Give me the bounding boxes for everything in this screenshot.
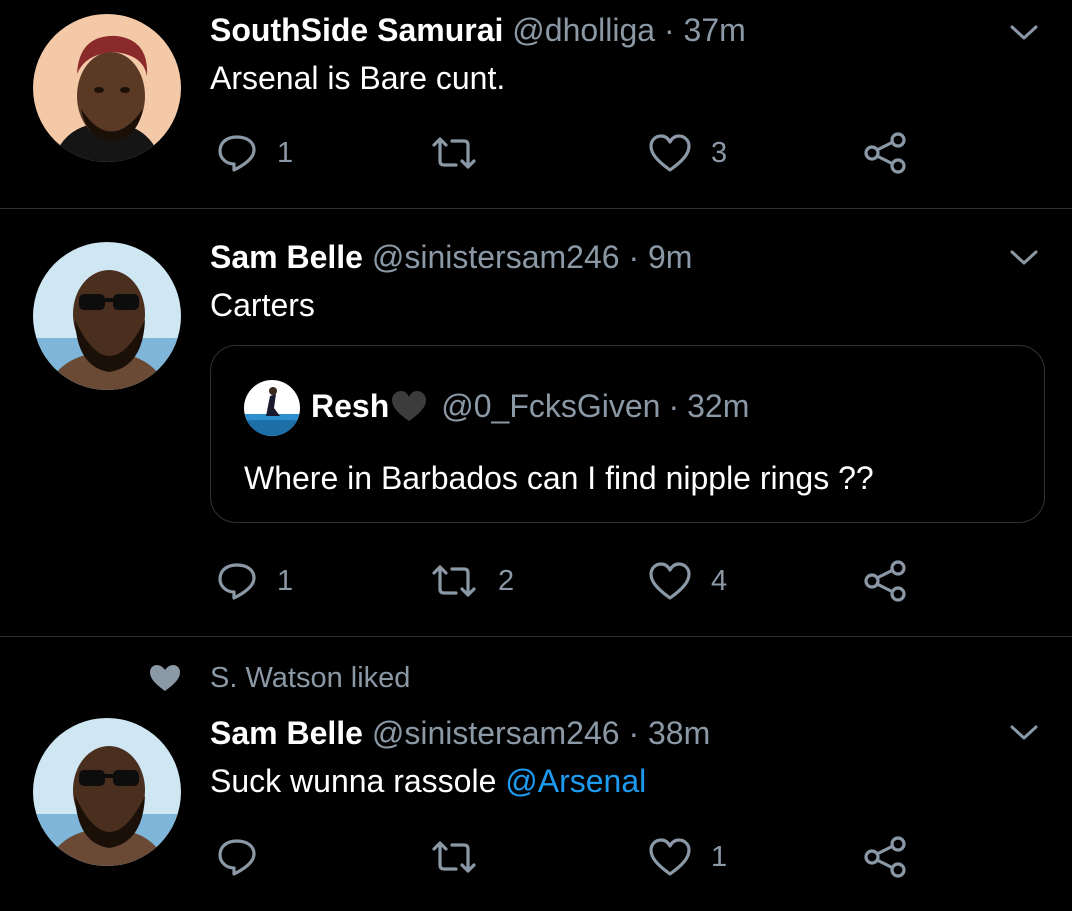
retweet-button[interactable]: 2 [428,556,514,606]
divider [0,636,1072,637]
like-count: 1 [711,841,728,873]
tweet-text-content: Suck wunna rassole [210,763,506,799]
share-button[interactable] [862,832,908,882]
tweet-text: Suck wunna rassole @Arsenal [210,761,646,801]
quoted-display-name[interactable]: Resh [311,386,389,426]
separator: · [668,388,680,424]
share-icon [864,560,906,602]
user-handle[interactable]: @sinistersam246 [372,239,620,275]
social-context: S. Watson liked [0,656,1072,700]
like-count: 3 [711,137,728,169]
chevron-down-icon[interactable] [1006,714,1042,750]
display-name[interactable]: SouthSide Samurai [210,12,503,48]
display-name[interactable]: Sam Belle [210,239,363,275]
reply-count: 1 [277,137,294,169]
share-button[interactable] [862,556,908,606]
like-button[interactable]: 4 [647,556,727,606]
retweet-button[interactable] [428,832,498,882]
heart-icon [649,838,691,876]
separator: · [663,12,675,48]
tweet-text: Carters [210,287,315,323]
reply-button[interactable] [215,832,277,882]
tweet-header: Sam Belle @sinistersam246 · 9m [210,237,692,277]
heart-icon [649,134,691,172]
mention-link[interactable]: @Arsenal [505,763,646,799]
reply-button[interactable]: 1 [215,556,293,606]
retweet-button[interactable] [428,128,498,178]
chevron-down-icon[interactable] [1006,14,1042,50]
tweet-header: SouthSide Samurai @dholliga · 37m [210,10,746,50]
heart-filled-icon [150,665,180,691]
quoted-tweet[interactable]: Resh @0_FcksGiven · 32m Where in Barbado… [210,345,1045,523]
black-heart-icon [392,391,427,421]
display-name[interactable]: Sam Belle [210,715,363,751]
quoted-text: Where in Barbados can I find nipple ring… [244,460,874,496]
separator: · [628,715,640,751]
tweet-2[interactable]: Sam Belle @sinistersam246 · 9m Carters R… [0,209,1072,636]
timestamp[interactable]: 9m [648,239,692,275]
retweet-icon [432,841,476,873]
like-button[interactable]: 1 [647,832,727,882]
reply-icon [218,563,256,600]
reply-count: 1 [277,565,294,597]
tweet-header: Sam Belle @sinistersam246 · 38m [210,713,710,753]
quoted-header: Resh @0_FcksGiven · 32m [311,386,749,426]
retweet-icon [432,137,476,169]
action-bar: 1 2 4 [0,556,1072,606]
reply-icon [218,839,256,876]
tweet-1[interactable]: SouthSide Samurai @dholliga · 37m Arsena… [0,0,1072,208]
share-icon [864,132,906,174]
like-button[interactable]: 3 [647,128,727,178]
social-context-text[interactable]: S. Watson liked [210,658,410,698]
share-button[interactable] [862,128,908,178]
action-bar: 1 3 [0,128,1072,178]
chevron-down-icon[interactable] [1006,239,1042,275]
avatar[interactable] [33,242,181,390]
timestamp[interactable]: 37m [684,12,746,48]
tweet-3[interactable]: Sam Belle @sinistersam246 · 38m Suck wun… [0,700,1072,911]
retweet-icon [432,565,476,597]
reply-icon [218,135,256,172]
tweet-text: Arsenal is Bare cunt. [210,60,506,96]
share-icon [864,836,906,878]
user-handle[interactable]: @sinistersam246 [372,715,620,751]
like-count: 4 [711,565,728,597]
quoted-timestamp[interactable]: 32m [687,386,749,426]
retweet-count: 2 [498,565,515,597]
separator: · [628,239,640,275]
quoted-avatar[interactable] [244,380,300,436]
reply-button[interactable]: 1 [215,128,293,178]
quoted-user-handle[interactable]: @0_FcksGiven [441,386,660,426]
action-bar: 1 [0,832,1072,882]
user-handle[interactable]: @dholliga [512,12,655,48]
heart-icon [649,562,691,600]
timestamp[interactable]: 38m [648,715,710,751]
